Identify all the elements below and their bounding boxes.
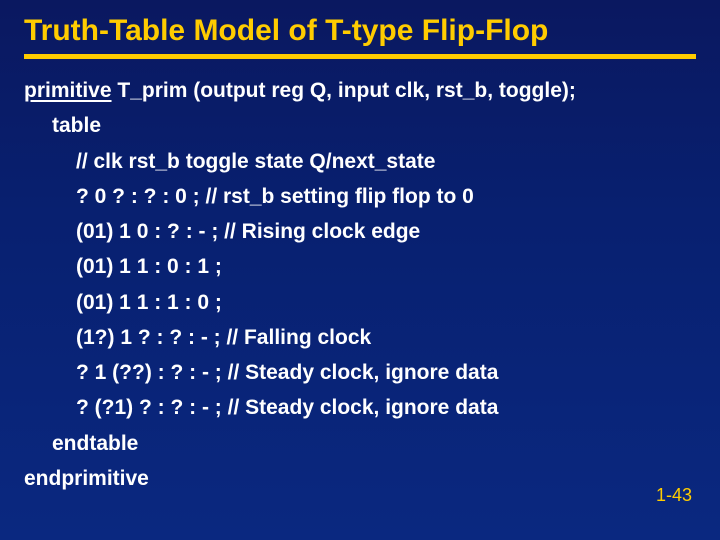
primitive-declaration: primitive T_prim (output reg Q, input cl… — [24, 73, 696, 108]
declaration-rest: T_prim (output reg Q, input clk, rst_b, … — [112, 79, 576, 102]
keyword-primitive: primitive — [24, 79, 112, 102]
table-row: (01) 1 0 : ? : - ; // Rising clock edge — [24, 214, 696, 249]
slide-title: Truth-Table Model of T-type Flip-Flop — [24, 14, 696, 48]
table-row: ? (?1) ? : ? : - ; // Steady clock, igno… — [24, 390, 696, 425]
table-header-comment: // clk rst_b toggle state Q/next_state — [24, 144, 696, 179]
table-row: (01) 1 1 : 0 : 1 ; — [24, 249, 696, 284]
page-number: 1-43 — [656, 485, 692, 506]
table-row: (1?) 1 ? : ? : - ; // Falling clock — [24, 320, 696, 355]
table-row: ? 1 (??) : ? : - ; // Steady clock, igno… — [24, 355, 696, 390]
slide-content: primitive T_prim (output reg Q, input cl… — [24, 73, 696, 496]
keyword-table: table — [24, 108, 696, 143]
keyword-endtable: endtable — [24, 426, 696, 461]
keyword-endprimitive: endprimitive — [24, 461, 696, 496]
table-row: ? 0 ? : ? : 0 ; // rst_b setting flip fl… — [24, 179, 696, 214]
slide: Truth-Table Model of T-type Flip-Flop pr… — [0, 0, 720, 540]
title-rule — [24, 54, 696, 59]
table-row: (01) 1 1 : 1 : 0 ; — [24, 285, 696, 320]
